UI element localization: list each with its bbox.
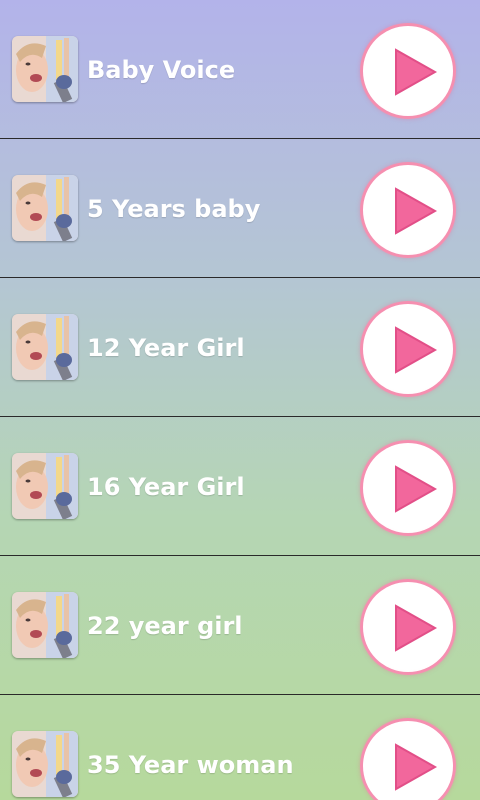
- singer-photo-icon: [12, 314, 78, 380]
- list-item[interactable]: 16 Year Girl: [0, 417, 480, 555]
- play-button[interactable]: [360, 301, 456, 397]
- play-button[interactable]: [360, 162, 456, 258]
- singer-photo-icon: [12, 175, 78, 241]
- item-label: Baby Voice: [87, 56, 236, 84]
- play-icon: [395, 48, 438, 96]
- play-button[interactable]: [360, 23, 456, 119]
- singer-photo-icon: [12, 453, 78, 519]
- play-button[interactable]: [360, 579, 456, 675]
- play-button[interactable]: [360, 718, 456, 800]
- play-icon: [395, 604, 438, 652]
- list-item[interactable]: Baby Voice: [0, 0, 480, 138]
- voice-list: Baby Voice 5 Years baby 12 Year Girl 16 …: [0, 0, 480, 800]
- item-label: 5 Years baby: [87, 195, 261, 223]
- singer-photo-icon: [12, 36, 78, 102]
- item-label: 12 Year Girl: [87, 334, 245, 362]
- item-label: 35 Year woman: [87, 751, 294, 779]
- singer-photo-icon: [12, 731, 78, 797]
- singer-photo-icon: [12, 592, 78, 658]
- play-icon: [395, 326, 438, 374]
- play-icon: [395, 187, 438, 235]
- list-item[interactable]: 35 Year woman: [0, 695, 480, 800]
- play-button[interactable]: [360, 440, 456, 536]
- play-icon: [395, 743, 438, 791]
- list-item[interactable]: 22 year girl: [0, 556, 480, 694]
- list-item[interactable]: 12 Year Girl: [0, 278, 480, 416]
- list-item[interactable]: 5 Years baby: [0, 139, 480, 277]
- item-label: 22 year girl: [87, 612, 243, 640]
- play-icon: [395, 465, 438, 513]
- item-label: 16 Year Girl: [87, 473, 245, 501]
